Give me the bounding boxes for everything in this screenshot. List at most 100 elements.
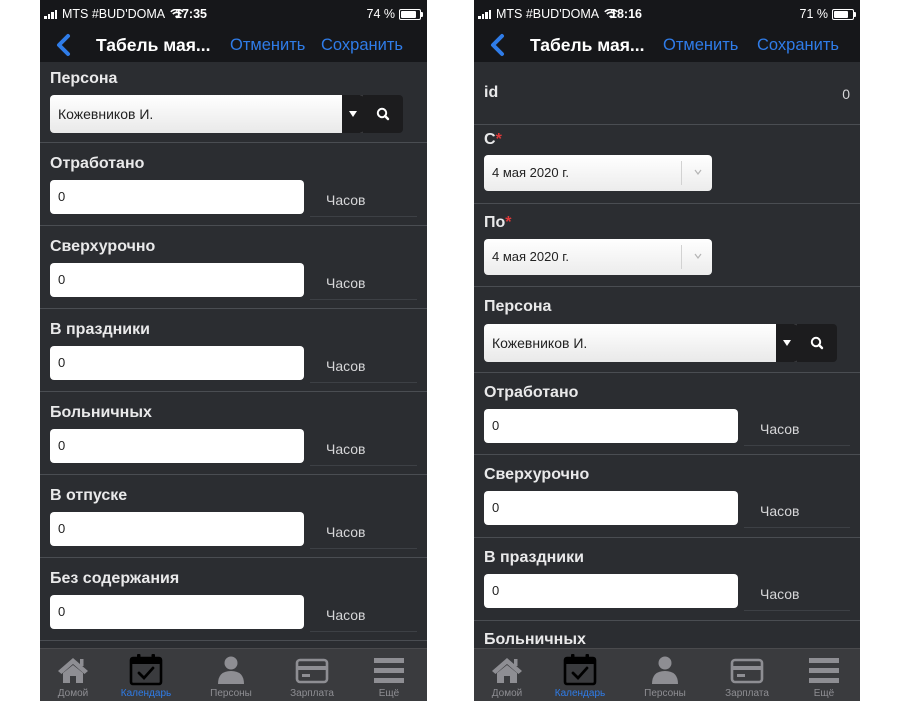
tab-label: Календарь [120,688,172,699]
tab-label: Персоны [210,688,252,699]
unit-label: Часов [760,421,800,437]
id-row: id 0 [474,72,860,125]
page-title: Табель мая... [96,35,211,55]
date-from-label: С [484,131,496,148]
field-label: Больничных [50,404,152,421]
tab-persons[interactable]: Персоны [198,649,264,701]
person-value: Кожевников И. [58,106,154,122]
calendar-icon [129,654,163,686]
person-field: Персона Кожевников И. [474,287,860,373]
status-bar: MTS #BUD'DOMA 17:35 74 % [40,0,427,30]
date-to-field: По* 4 мая 2020 г. [474,204,860,287]
field-label: Больничных [484,631,586,648]
worked-input[interactable]: 0 [50,180,304,214]
tab-more[interactable]: Ещё [356,649,422,701]
required-mark: * [505,214,512,231]
date-to-picker[interactable]: 4 мая 2020 г. [484,239,712,275]
date-from-field: С* 4 мая 2020 г. [474,125,860,204]
tab-calendar[interactable]: Календарь [113,649,179,701]
search-icon [376,107,390,121]
credit-card-icon [295,658,329,684]
left-phone-screen: MTS #BUD'DOMA 17:35 74 % Табель мая... О… [40,0,427,701]
overtime-input[interactable]: 0 [484,491,738,525]
worked-input[interactable]: 0 [484,409,738,443]
menu-icon [374,658,404,683]
tab-persons[interactable]: Персоны [632,649,698,701]
field-label: В отпуске [50,487,128,504]
date-to-value: 4 мая 2020 г. [492,249,569,264]
field-label: Без содержания [50,570,180,587]
carrier-name: MTS #BUD'DOMA [496,7,600,21]
cancel-button[interactable]: Отменить [663,36,738,55]
date-from-picker[interactable]: 4 мая 2020 г. [484,155,712,191]
tab-calendar[interactable]: Календарь [547,649,613,701]
carrier: MTS #BUD'DOMA [478,7,618,21]
person-select[interactable]: Кожевников И. [50,95,364,133]
id-label: id [484,84,499,101]
tab-label: Ещё [378,688,400,699]
dropdown-arrow-icon[interactable] [342,95,364,133]
tab-label: Ещё [813,688,835,699]
dropdown-arrow-icon[interactable] [776,324,798,362]
holidays-field: В праздники 0 Часов [474,538,860,621]
clock: 18:16 [610,7,642,21]
person-label: Персона [484,298,552,315]
tab-home[interactable]: Домой [474,649,540,701]
back-chevron-icon[interactable] [488,33,508,57]
field-label: В праздники [484,549,584,566]
person-label: Персона [50,70,118,87]
person-search-button[interactable] [363,95,403,133]
person-field: Персона Кожевников И. [40,62,427,143]
calendar-icon [563,654,597,686]
credit-card-icon [730,658,764,684]
save-button[interactable]: Сохранить [757,36,839,55]
field-label: Сверхурочно [484,466,590,483]
unit-label: Часов [326,441,366,457]
required-mark: * [495,131,502,148]
signal-icon [478,9,491,19]
vacation-input[interactable]: 0 [50,512,304,546]
holidays-input[interactable]: 0 [50,346,304,380]
tab-bar: Домой Календарь Персоны Зарплата Ещё [474,648,860,701]
signal-icon [44,9,57,19]
tab-home[interactable]: Домой [40,649,106,701]
unit-label: Часов [326,192,366,208]
carrier-name: MTS #BUD'DOMA [62,7,166,21]
sick-input[interactable]: 0 [50,429,304,463]
tab-more[interactable]: Ещё [791,649,857,701]
date-from-value: 4 мая 2020 г. [492,165,569,180]
nav-bar: Табель мая... Отменить Сохранить [40,30,427,62]
person-search-button[interactable] [797,324,837,362]
sick-field: Больничных 0 Часов [40,392,427,475]
unit-label: Часов [326,275,366,291]
worked-field: Отработано 0 Часов [40,143,427,226]
unpaid-field: Без содержания 0 Часов [40,558,427,641]
tab-bar: Домой Календарь Персоны Зарплата Ещё [40,648,427,701]
cancel-button[interactable]: Отменить [230,36,305,55]
holidays-input[interactable]: 0 [484,574,738,608]
battery-percent: 71 % [799,7,829,21]
unpaid-input[interactable]: 0 [50,595,304,629]
overtime-field: Сверхурочно 0 Часов [40,226,427,309]
tab-salary[interactable]: Зарплата [714,649,780,701]
battery-icon [399,8,423,20]
unit-label: Часов [760,586,800,602]
battery-icon [832,8,856,20]
holidays-field: В праздники 0 Часов [40,309,427,392]
person-value: Кожевников И. [492,335,588,351]
save-button[interactable]: Сохранить [321,36,403,55]
overtime-input[interactable]: 0 [50,263,304,297]
person-icon [652,656,678,684]
home-icon [492,658,522,683]
back-chevron-icon[interactable] [54,33,74,57]
tab-salary[interactable]: Зарплата [279,649,345,701]
search-icon [810,336,824,350]
menu-icon [809,658,839,683]
chevron-down-icon [694,253,702,259]
right-phone-screen: MTS #BUD'DOMA 18:16 71 % Табель мая... О… [474,0,860,701]
tab-label: Домой [491,688,523,699]
id-value: 0 [842,86,850,102]
person-select[interactable]: Кожевников И. [484,324,798,362]
unit-label: Часов [760,503,800,519]
field-label: Отработано [50,155,145,172]
